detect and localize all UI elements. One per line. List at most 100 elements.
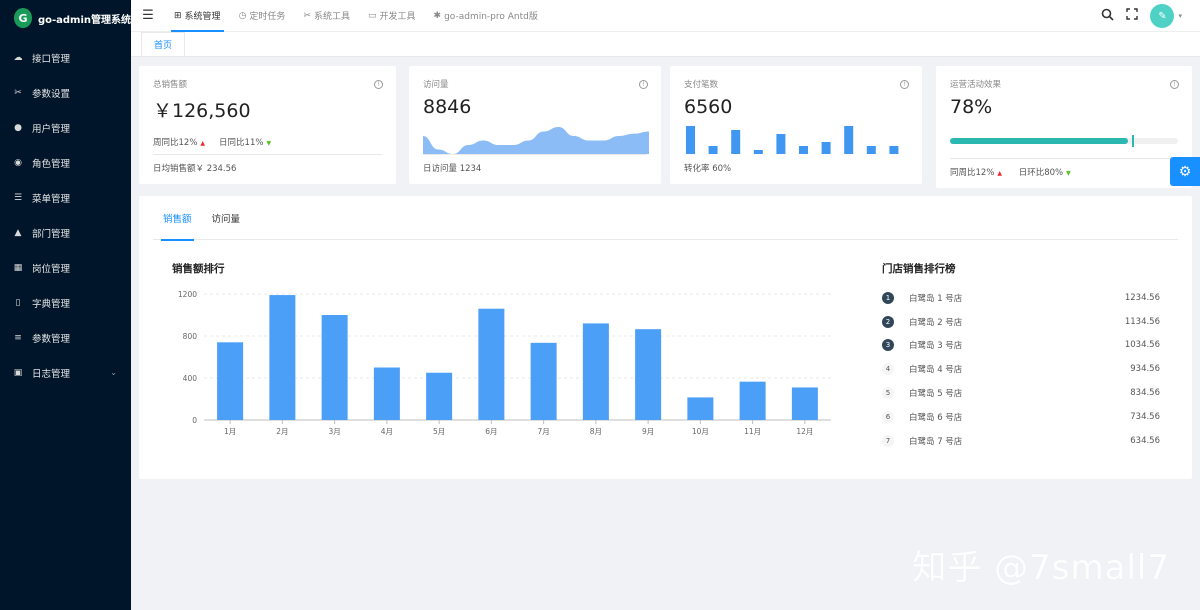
trend-dod: 日环比80% ▼ (1019, 168, 1071, 178)
bar[interactable] (269, 295, 296, 420)
list-item: 6 白鹭岛 6 号店 734.56 (882, 405, 1160, 429)
store-name: 白鹭岛 7 号店 (909, 436, 963, 447)
trend-dod-label: 日同比11% (219, 138, 264, 148)
info-icon[interactable]: ! (374, 80, 383, 89)
top-nav: ⊞ 系统管理 ◷ 定时任务 ✂ 系统工具 ▭ 开发工具 ✱ go-admin-pro An… (165, 0, 547, 32)
bar[interactable] (530, 342, 557, 420)
topnav-sys-tools[interactable]: ✂ 系统工具 (294, 0, 359, 32)
mini-bar (799, 146, 808, 154)
bar[interactable] (321, 315, 348, 420)
info-icon[interactable]: ! (1170, 80, 1179, 89)
app-logo[interactable]: G go-admin管理系统 (0, 0, 131, 36)
topnav-label: 系统管理 (184, 12, 221, 22)
list-item: 5 白鹭岛 5 号店 834.56 (882, 381, 1160, 405)
sidebar-item-users[interactable]: ● 用户管理 (0, 110, 131, 145)
visits-area-shape (423, 127, 649, 154)
store-value: 734.56 (1130, 411, 1160, 422)
user-avatar[interactable]: ✎ (1150, 4, 1175, 28)
bar[interactable] (687, 397, 714, 420)
caret-down-icon[interactable]: ▾ (1178, 12, 1182, 20)
sidebar-item-params[interactable]: ≡ 参数管理 (0, 320, 131, 355)
chevron-down-icon: ⌄ (110, 368, 117, 377)
sidebar-item-posts[interactable]: ▦ 岗位管理 (0, 250, 131, 285)
x-tick-label: 5月 (433, 427, 445, 436)
topnav-label: 开发工具 (379, 12, 416, 22)
card-footer: 转化率 60% (684, 164, 732, 174)
sidebar-item-api[interactable]: ☁ 接口管理 (0, 40, 131, 75)
x-tick-label: 1月 (224, 427, 236, 436)
bar[interactable] (217, 342, 244, 420)
topnav-label: go-admin-pro Antd版 (444, 12, 538, 22)
bar[interactable] (426, 372, 453, 420)
trend-wow-label: 周同比12% (153, 138, 198, 148)
grid-icon: ⊞ (174, 10, 182, 21)
sidebar-item-label: 日志管理 (32, 368, 71, 380)
topnav-label: 定时任务 (249, 12, 286, 22)
topnav-pro[interactable]: ✱ go-admin-pro Antd版 (425, 0, 547, 32)
sales-panel: 销售额 访问量 销售额排行 0 400 800 1200 1月 2月 3月 4月 5月 6月 7月 8… (139, 196, 1192, 479)
card-value: 6560 (684, 96, 733, 118)
sidebar-item-dictionary[interactable]: ▯ 字典管理 (0, 285, 131, 320)
trend-wow-label: 同周比12% (950, 168, 995, 178)
bar[interactable] (791, 387, 818, 420)
list-item: 4 白鹭岛 4 号店 934.56 (882, 357, 1160, 381)
x-tick-label: 9月 (642, 427, 654, 436)
info-icon[interactable]: ! (639, 80, 648, 89)
mini-bar (753, 150, 763, 154)
fullscreen-icon[interactable] (1126, 8, 1139, 24)
caret-down-icon: ▼ (1066, 170, 1071, 177)
x-tick-label: 8月 (590, 427, 602, 436)
gear-icon: ⚙ (1178, 163, 1192, 180)
x-tick-label: 2月 (276, 427, 288, 436)
visits-area-chart (423, 127, 649, 154)
list-item: 3 白鹭岛 3 号店 1034.56 (882, 334, 1160, 358)
settings-gear-button[interactable]: ⚙ (1170, 157, 1200, 186)
topnav-cron[interactable]: ◷ 定时任务 (230, 0, 295, 32)
sidebar: G go-admin管理系统 ☁ 接口管理 ✂ 参数设置 ● 用户管理 ◉ 角色管理 ☰… (0, 0, 131, 610)
store-value: 1234.56 (1124, 292, 1160, 303)
chart-title: 销售额排行 (172, 263, 225, 275)
menu-tree-icon: ☰ (13, 192, 23, 203)
sidebar-menu: ☁ 接口管理 ✂ 参数设置 ● 用户管理 ◉ 角色管理 ☰ 菜单管理 ▲ 部门管理 ▦ 岗位管… (0, 40, 131, 390)
topnav-system[interactable]: ⊞ 系统管理 (165, 0, 230, 32)
rank-number: 4 (882, 363, 894, 376)
sidebar-item-roles[interactable]: ◉ 角色管理 (0, 145, 131, 180)
sidebar-item-departments[interactable]: ▲ 部门管理 (0, 215, 131, 250)
store-value: 834.56 (1130, 388, 1160, 399)
card-value: ￥126,560 (153, 100, 251, 122)
panel-tabs: 销售额 访问量 (153, 196, 1178, 241)
card-footer: 日访问量 1234 (423, 154, 647, 174)
card-value: 8846 (423, 96, 472, 118)
trend-wow: 周同比12% ▲ (153, 136, 205, 148)
mini-bar (686, 126, 695, 154)
bar[interactable] (373, 367, 400, 421)
store-value: 934.56 (1130, 364, 1160, 375)
sidebar-item-logs[interactable]: ▣ 日志管理 ⌄ (0, 355, 131, 390)
sliders-icon: ≡ (14, 332, 22, 343)
sidebar-item-params-settings[interactable]: ✂ 参数设置 (0, 75, 131, 110)
sidebar-item-menus[interactable]: ☰ 菜单管理 (0, 180, 131, 215)
menu-fold-icon[interactable]: ☰ (131, 0, 165, 32)
card-footer: 日均销售额￥ 234.56 (153, 154, 382, 174)
bar[interactable] (478, 308, 505, 420)
log-icon: ▣ (13, 367, 23, 378)
x-tick-label: 12月 (796, 427, 813, 436)
info-icon[interactable]: ! (900, 80, 909, 89)
caret-up-icon: ▲ (200, 140, 206, 147)
tab-visits[interactable]: 访问量 (202, 196, 251, 240)
search-icon[interactable] (1101, 8, 1115, 25)
card-title: 总销售额 (153, 80, 188, 90)
tab-home[interactable]: 首页 (141, 32, 186, 56)
bar[interactable] (635, 329, 662, 420)
bar[interactable] (739, 381, 766, 420)
bar[interactable] (582, 323, 609, 420)
sales-bar-chart: 0 400 800 1200 1月 2月 3月 4月 5月 6月 7月 8月 9月 10月 11月 12月 (178, 290, 831, 436)
store-name: 白鹭岛 3 号店 (909, 341, 963, 352)
tab-sales[interactable]: 销售额 (153, 196, 202, 241)
topnav-label: 系统工具 (313, 12, 350, 22)
y-tick-label: 400 (183, 374, 198, 383)
topnav-dev-tools[interactable]: ▭ 开发工具 (359, 0, 425, 32)
y-tick-label: 800 (183, 332, 198, 341)
list-item: 7 白鹭岛 7 号店 634.56 (882, 429, 1160, 453)
progress-bar (950, 135, 1178, 147)
